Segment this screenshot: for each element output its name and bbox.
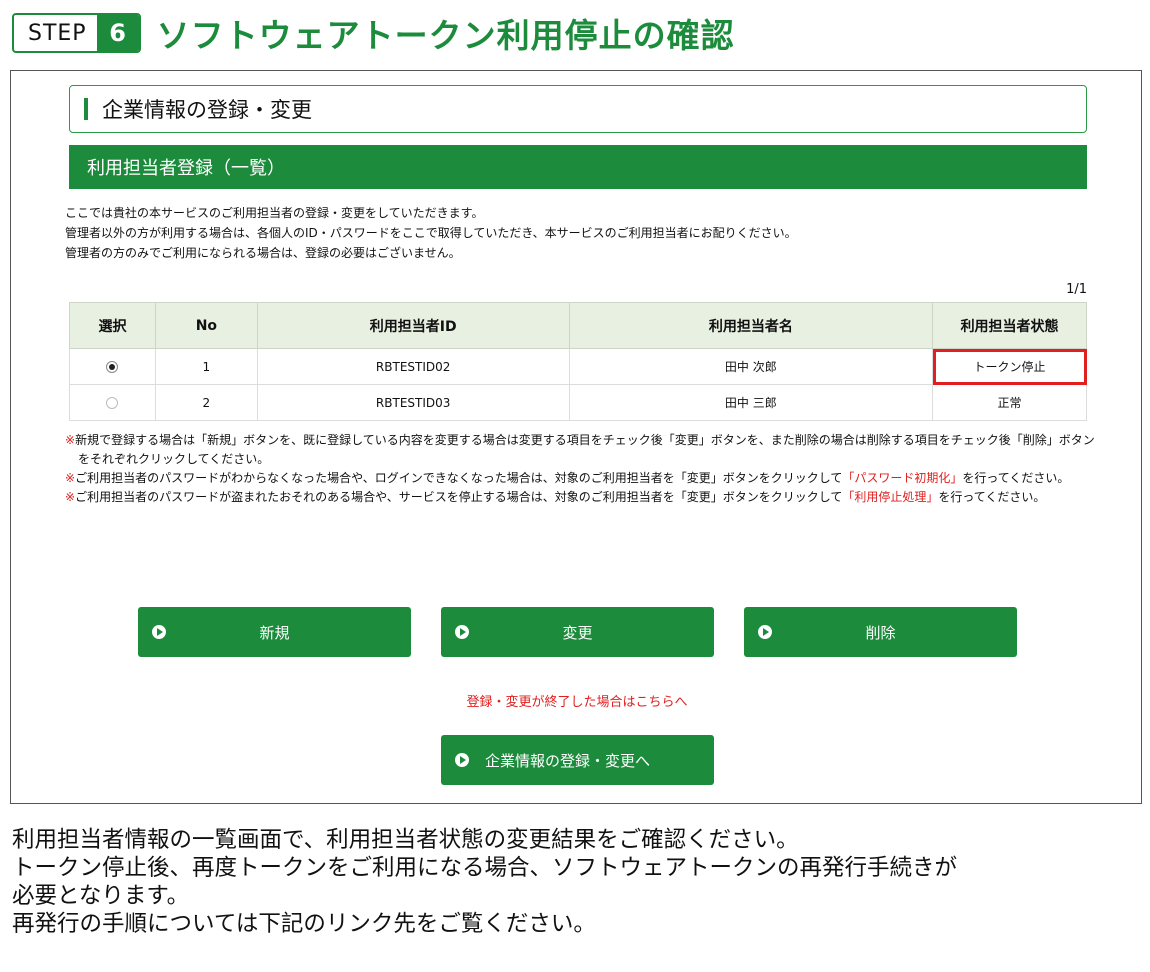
caption-line: 再発行の手順については下記のリンク先をご覧ください。	[12, 911, 596, 937]
page-counter: 1/1	[1066, 282, 1087, 297]
note-item: ※ご利用担当者のパスワードがわからなくなった場合や、ログインできなくなった場合は…	[65, 469, 1099, 488]
play-circle-icon	[758, 625, 772, 639]
user-state-cell: 正常	[932, 384, 1087, 421]
play-circle-icon	[152, 625, 166, 639]
back-to-company-info-button[interactable]: 企業情報の登録・変更へ	[441, 735, 714, 785]
delete-button-label: 削除	[865, 623, 896, 642]
row-radio[interactable]	[106, 397, 119, 409]
select-cell	[69, 348, 156, 385]
row-radio-selected[interactable]	[106, 361, 119, 373]
step-number: 6	[96, 15, 139, 51]
back-button-label: 企業情報の登録・変更へ	[485, 751, 651, 770]
caption-line: 利用担当者情報の一覧画面で、利用担当者状態の変更結果をご確認ください。	[12, 827, 799, 853]
play-circle-icon	[455, 753, 469, 767]
header-select: 選択	[69, 302, 156, 349]
note-text: ご利用担当者のパスワードがわからなくなった場合や、ログインできなくなった場合は、…	[75, 471, 843, 485]
table-row: 1 RBTESTID02 田中 次郎 トークン停止	[69, 348, 1087, 385]
change-button-label: 変更	[562, 623, 593, 642]
note-mark: ※	[65, 471, 76, 485]
page-heading-band: 利用担当者登録（一覧）	[69, 145, 1087, 189]
play-circle-icon	[455, 625, 469, 639]
note-text: を行ってください。	[938, 490, 1046, 504]
select-cell	[69, 384, 156, 421]
section-title: 企業情報の登録・変更	[102, 98, 312, 122]
note-mark: ※	[65, 490, 76, 504]
step-title: ソフトウェアトークン利用停止の確認	[156, 16, 735, 55]
user-name-cell: 田中 次郎	[568, 348, 934, 385]
intro-line: ここでは貴社の本サービスのご利用担当者の登録・変更をしていただきます。	[65, 206, 484, 220]
caption-line: トークン停止後、再度トークンをご利用になる場合、ソフトウェアトークンの再発行手続…	[12, 855, 958, 881]
caption: 利用担当者情報の一覧画面で、利用担当者状態の変更結果をご確認ください。 トークン…	[12, 826, 1142, 938]
user-state-cell-highlighted: トークン停止	[932, 348, 1087, 385]
header-user-id: 利用担当者ID	[256, 302, 570, 349]
header-no: No	[154, 302, 258, 349]
header-user-name: 利用担当者名	[568, 302, 934, 349]
step-word: STEP	[28, 20, 87, 46]
note-text: を行ってください。	[962, 471, 1070, 485]
intro-line: 管理者以外の方が利用する場合は、各個人のID・パスワードをここで取得していただき…	[65, 226, 797, 240]
no-cell: 1	[154, 348, 258, 385]
new-button-label: 新規	[259, 623, 290, 642]
step-badge: STEP 6	[12, 13, 141, 53]
step-header: STEP 6 ソフトウェアトークン利用停止の確認	[12, 10, 735, 56]
no-cell: 2	[154, 384, 258, 421]
section-title-box: 企業情報の登録・変更	[69, 85, 1087, 133]
note-text: ご利用担当者のパスワードが盗まれたおそれのある場合や、サービスを停止する場合は、…	[75, 490, 843, 504]
section-title-bar	[84, 98, 88, 120]
delete-button[interactable]: 削除	[744, 607, 1017, 657]
note-emphasis: 「利用停止処理」	[842, 490, 939, 504]
table-header-row: 選択 No 利用担当者ID 利用担当者名 利用担当者状態	[69, 302, 1087, 349]
user-id-cell: RBTESTID02	[256, 348, 570, 385]
new-button[interactable]: 新規	[138, 607, 411, 657]
note-item: ※新規で登録する場合は「新規」ボタンを、既に登録している内容を変更する場合は変更…	[65, 431, 1099, 469]
page-heading: 利用担当者登録（一覧）	[87, 158, 285, 179]
note-text: 新規で登録する場合は「新規」ボタンを、既に登録している内容を変更する場合は変更す…	[75, 433, 1095, 466]
notes: ※新規で登録する場合は「新規」ボタンを、既に登録している内容を変更する場合は変更…	[65, 431, 1099, 507]
user-table: 選択 No 利用担当者ID 利用担当者名 利用担当者状態 1 RBTESTID0…	[69, 302, 1087, 421]
change-button[interactable]: 変更	[441, 607, 714, 657]
note-emphasis: 「パスワード初期化」	[842, 471, 963, 485]
intro-line: 管理者の方のみでご利用になられる場合は、登録の必要はございません。	[65, 246, 461, 260]
finish-note: 登録・変更が終了した場合はこちらへ	[466, 695, 688, 710]
table-row: 2 RBTESTID03 田中 三郎 正常	[69, 384, 1087, 421]
app-screenshot-frame: 企業情報の登録・変更 利用担当者登録（一覧） ここでは貴社の本サービスのご利用担…	[10, 70, 1142, 804]
user-id-cell: RBTESTID03	[256, 384, 570, 421]
user-name-cell: 田中 三郎	[568, 384, 934, 421]
note-item: ※ご利用担当者のパスワードが盗まれたおそれのある場合や、サービスを停止する場合は…	[65, 488, 1099, 507]
header-user-state: 利用担当者状態	[932, 302, 1087, 349]
note-mark: ※	[65, 433, 76, 447]
intro-text: ここでは貴社の本サービスのご利用担当者の登録・変更をしていただきます。 管理者以…	[65, 203, 797, 263]
caption-line: 必要となります。	[12, 883, 190, 909]
